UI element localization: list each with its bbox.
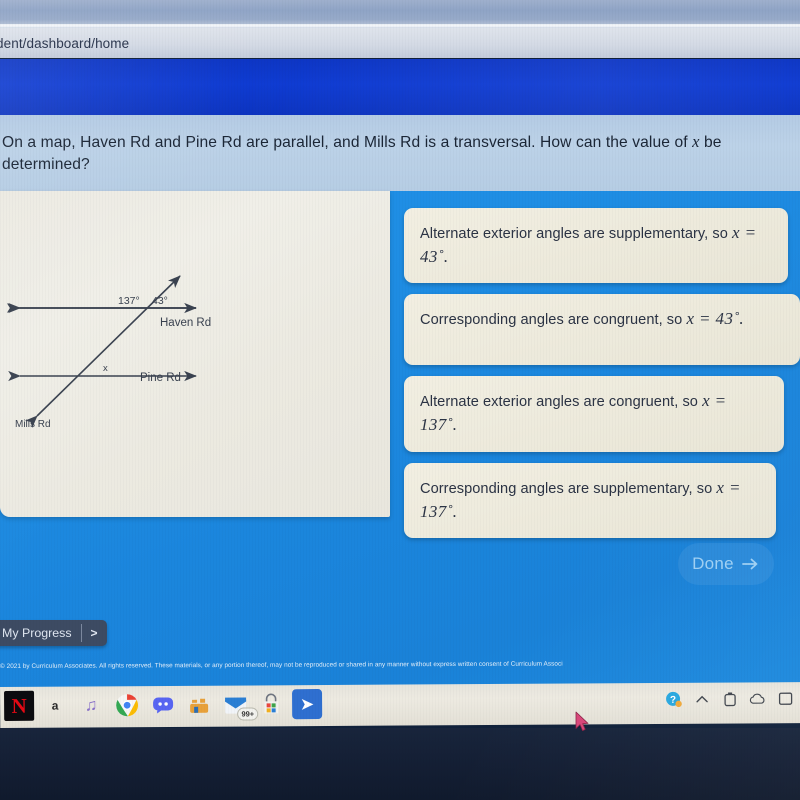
cloud-icon[interactable] — [749, 690, 766, 707]
netflix-icon[interactable]: N — [4, 690, 35, 721]
mail-icon[interactable]: 99+ — [220, 689, 259, 721]
music-glyph: ♫ — [84, 695, 98, 715]
my-progress-tab[interactable]: My Progress > — [0, 620, 107, 646]
chevron-right-icon[interactable]: > — [82, 626, 107, 640]
question-text-part1: On a map, Haven Rd and Pine Rd are paral… — [2, 133, 693, 151]
app-icon[interactable] — [184, 690, 214, 720]
discord-glyph — [153, 697, 174, 714]
answer-choice-3-text: Alternate exterior angles are congruent,… — [420, 394, 703, 411]
mouse-cursor — [575, 711, 589, 731]
amazon-icon[interactable]: a — [40, 691, 70, 721]
answer-choice-4[interactable]: Corresponding angles are supplementary, … — [404, 462, 776, 538]
question-variable: x — [692, 131, 700, 151]
question-prompt: On a map, Haven Rd and Pine Rd are paral… — [0, 130, 800, 176]
my-progress-label: My Progress — [2, 626, 72, 640]
haven-rd-label: Haven Rd — [160, 317, 211, 329]
app-header-bar — [0, 59, 800, 115]
browser-address-bar[interactable]: dent/dashboard/home — [0, 28, 800, 58]
chevron-up-icon[interactable] — [693, 691, 710, 708]
browser-tab-strip — [0, 0, 800, 26]
answer-choice-4-text: Corresponding angles are supplementary, … — [420, 480, 717, 497]
discord-icon[interactable] — [148, 690, 178, 720]
music-icon[interactable]: ♫ — [76, 690, 106, 720]
answer-choice-list: Alternate exterior angles are supplement… — [404, 208, 800, 549]
chrome-icon[interactable] — [112, 690, 142, 720]
answer-choice-2-equation: x = 43˚. — [686, 309, 745, 329]
angle-label-43: 43° — [152, 295, 168, 307]
screen-photo: dent/dashboard/home On a map, Haven Rd a… — [0, 0, 800, 800]
blue-arrow-icon[interactable]: ➤ — [292, 689, 323, 720]
pine-rd-label: Pine Rd — [140, 372, 181, 384]
windows-taskbar: N a ♫ 99+ ➤ ? — [0, 682, 800, 728]
parallel-lines-diagram: 137° 43° Haven Rd x Pine Rd Mills Rd — [6, 275, 211, 430]
done-button[interactable]: Done — [678, 543, 774, 585]
app-glyph — [190, 698, 209, 713]
notification-icon[interactable] — [777, 690, 794, 707]
store-glyph — [264, 693, 279, 714]
system-tray: ? — [665, 690, 794, 708]
help-circle-icon[interactable]: ? — [665, 691, 682, 708]
answer-choice-2-text: Corresponding angles are congruent, so — [420, 312, 687, 329]
battery-icon[interactable] — [721, 690, 738, 707]
answer-choice-1[interactable]: Alternate exterior angles are supplement… — [404, 208, 788, 284]
angle-label-137: 137° — [118, 295, 140, 307]
arrow-right-icon — [742, 558, 758, 570]
done-button-label: Done — [692, 554, 734, 573]
svg-text:?: ? — [670, 695, 676, 706]
mills-rd-label: Mills Rd — [15, 419, 51, 430]
taskbar-pinned-apps: N a ♫ 99+ ➤ — [4, 689, 323, 721]
question-band: On a map, Haven Rd and Pine Rd are paral… — [0, 115, 800, 191]
diagram-panel: 137° 43° Haven Rd x Pine Rd Mills Rd — [0, 191, 390, 517]
unknown-angle-label: x — [103, 363, 108, 374]
answer-choice-2[interactable]: Corresponding angles are congruent, so x… — [404, 294, 800, 366]
blue-arrow-glyph: ➤ — [300, 696, 314, 714]
amazon-glyph: a — [51, 698, 59, 713]
netflix-glyph: N — [11, 693, 27, 718]
answer-choice-3[interactable]: Alternate exterior angles are congruent,… — [404, 376, 784, 452]
chrome-glyph — [116, 694, 139, 717]
answer-choice-1-text: Alternate exterior angles are supplement… — [420, 226, 733, 242]
address-bar-url[interactable]: dent/dashboard/home — [0, 36, 129, 51]
microsoft-store-icon[interactable] — [256, 689, 286, 719]
laptop-bezel: hp — [0, 728, 800, 800]
mail-unread-badge: 99+ — [237, 707, 259, 721]
app-header-sheen — [0, 59, 800, 115]
